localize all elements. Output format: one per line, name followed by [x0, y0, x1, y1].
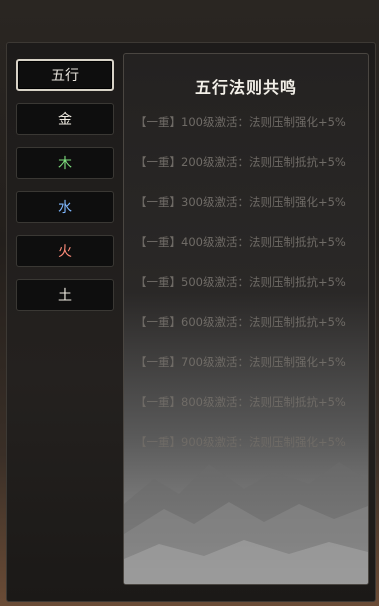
resonance-row: 【一重】800级激活：法则压制抵抗+5% [135, 395, 346, 409]
tab-huo[interactable]: 火 [16, 235, 114, 267]
tab-shui[interactable]: 水 [16, 191, 114, 223]
tab-mu[interactable]: 木 [16, 147, 114, 179]
tab-tu[interactable]: 土 [16, 279, 114, 311]
resonance-row: 【一重】600级激活：法则压制抵抗+5% [135, 315, 346, 329]
resonance-row: 【一重】400级激活：法则压制抵抗+5% [135, 235, 346, 249]
tab-label: 五行 [51, 68, 79, 84]
resonance-row: 【一重】300级激活：法则压制强化+5% [135, 195, 346, 209]
tab-label: 火 [58, 244, 72, 260]
tab-label: 木 [58, 156, 72, 172]
resonance-list: 【一重】100级激活：法则压制强化+5% 【一重】200级激活：法则压制抵抗+5… [135, 112, 368, 472]
resonance-row: 【一重】100级激活：法则压制强化+5% [135, 115, 346, 129]
panel-title: 五行法则共鸣 [194, 78, 297, 97]
tab-wuxing[interactable]: 五行 [16, 59, 114, 91]
tab-label: 金 [58, 112, 72, 128]
tab-jin[interactable]: 金 [16, 103, 114, 135]
resonance-row: 【一重】900级激活：法则压制强化+5% [135, 435, 346, 449]
tab-label: 土 [58, 288, 72, 304]
resonance-panel: 五行法则共鸣 【一重】100级激活：法则压制强化+5% 【一重】200级激活：法… [123, 53, 369, 585]
resonance-window: 五行 金 木 水 火 土 五行法则共鸣 【一重】100级激活：法则压制强化+5%… [6, 42, 376, 602]
resonance-row: 【一重】700级激活：法则压制强化+5% [135, 355, 346, 369]
element-tab-list: 五行 金 木 水 火 土 [16, 59, 114, 323]
resonance-row: 【一重】500级激活：法则压制抵抗+5% [135, 275, 346, 289]
tab-label: 水 [58, 200, 72, 216]
resonance-row: 【一重】200级激活：法则压制抵抗+5% [135, 155, 346, 169]
